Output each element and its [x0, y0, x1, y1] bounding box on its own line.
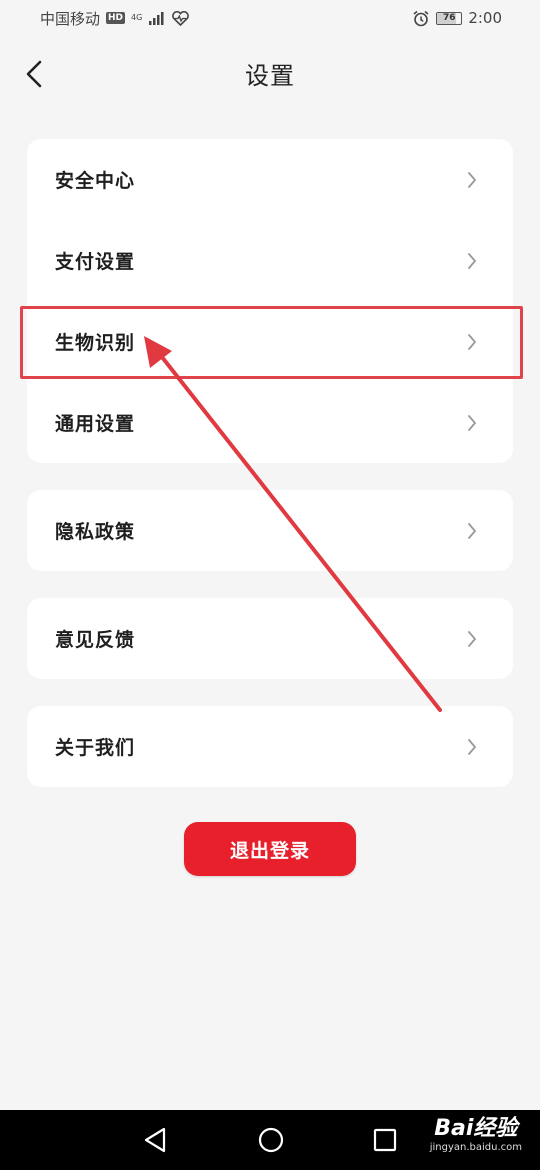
settings-item-label: 意见反馈: [55, 629, 136, 651]
status-bar: 中国移动 HD 4G 76 2:00: [0, 0, 540, 36]
settings-item-label: 生物识别: [55, 332, 136, 354]
logout-button[interactable]: 退出登录: [184, 822, 356, 876]
network-type: 4G: [131, 13, 143, 22]
settings-card-privacy: 隐私政策: [27, 490, 513, 571]
chevron-right-icon: [467, 522, 477, 540]
settings-item-privacy-policy[interactable]: 隐私政策: [27, 490, 513, 571]
status-right: 76 2:00: [412, 9, 502, 27]
settings-card-feedback: 意见反馈: [27, 598, 513, 679]
nav-back-triangle-icon[interactable]: [142, 1126, 168, 1154]
carrier-name: 中国移动: [40, 9, 101, 28]
settings-item-label: 安全中心: [55, 170, 136, 192]
chevron-right-icon: [467, 333, 477, 351]
settings-item-about-us[interactable]: 关于我们: [27, 706, 513, 787]
settings-item-label: 隐私政策: [55, 521, 136, 543]
status-left: 中国移动 HD 4G: [40, 8, 190, 29]
watermark-url: jingyan.baidu.com: [429, 1142, 522, 1153]
watermark-logo: Bai经验: [434, 1116, 518, 1141]
chevron-right-icon: [467, 630, 477, 648]
clock: 2:00: [468, 9, 502, 27]
nav-home-circle-icon[interactable]: [257, 1126, 285, 1154]
nav-header: 设置: [0, 48, 540, 102]
alarm-icon: [413, 10, 429, 26]
nav-recents-square-icon[interactable]: [372, 1126, 398, 1154]
settings-item-biometric[interactable]: 生物识别: [27, 301, 513, 382]
health-heart-icon: [172, 10, 190, 26]
page-title: 设置: [245, 62, 295, 90]
battery-indicator: 76: [436, 11, 463, 25]
settings-item-label: 关于我们: [55, 737, 136, 759]
settings-item-security-center[interactable]: 安全中心: [27, 139, 513, 220]
battery-level: 76: [443, 12, 456, 23]
chevron-right-icon: [467, 252, 477, 270]
baidu-jingyan-watermark: Bai经验 jingyan.baidu.com: [430, 1116, 522, 1154]
settings-card-about: 关于我们: [27, 706, 513, 787]
chevron-right-icon: [467, 171, 477, 189]
system-nav-bar: Bai经验 jingyan.baidu.com: [0, 1110, 540, 1170]
signal-icon: [149, 12, 164, 25]
hd-badge: HD: [106, 12, 126, 24]
settings-item-label: 通用设置: [55, 413, 136, 435]
settings-item-payment-settings[interactable]: 支付设置: [27, 220, 513, 301]
chevron-right-icon: [467, 414, 477, 432]
chevron-right-icon: [467, 738, 477, 756]
settings-item-feedback[interactable]: 意见反馈: [27, 598, 513, 679]
settings-card-main: 安全中心 支付设置 生物识别 通用设置: [27, 139, 513, 463]
settings-item-general-settings[interactable]: 通用设置: [27, 382, 513, 463]
settings-item-label: 支付设置: [55, 251, 136, 273]
